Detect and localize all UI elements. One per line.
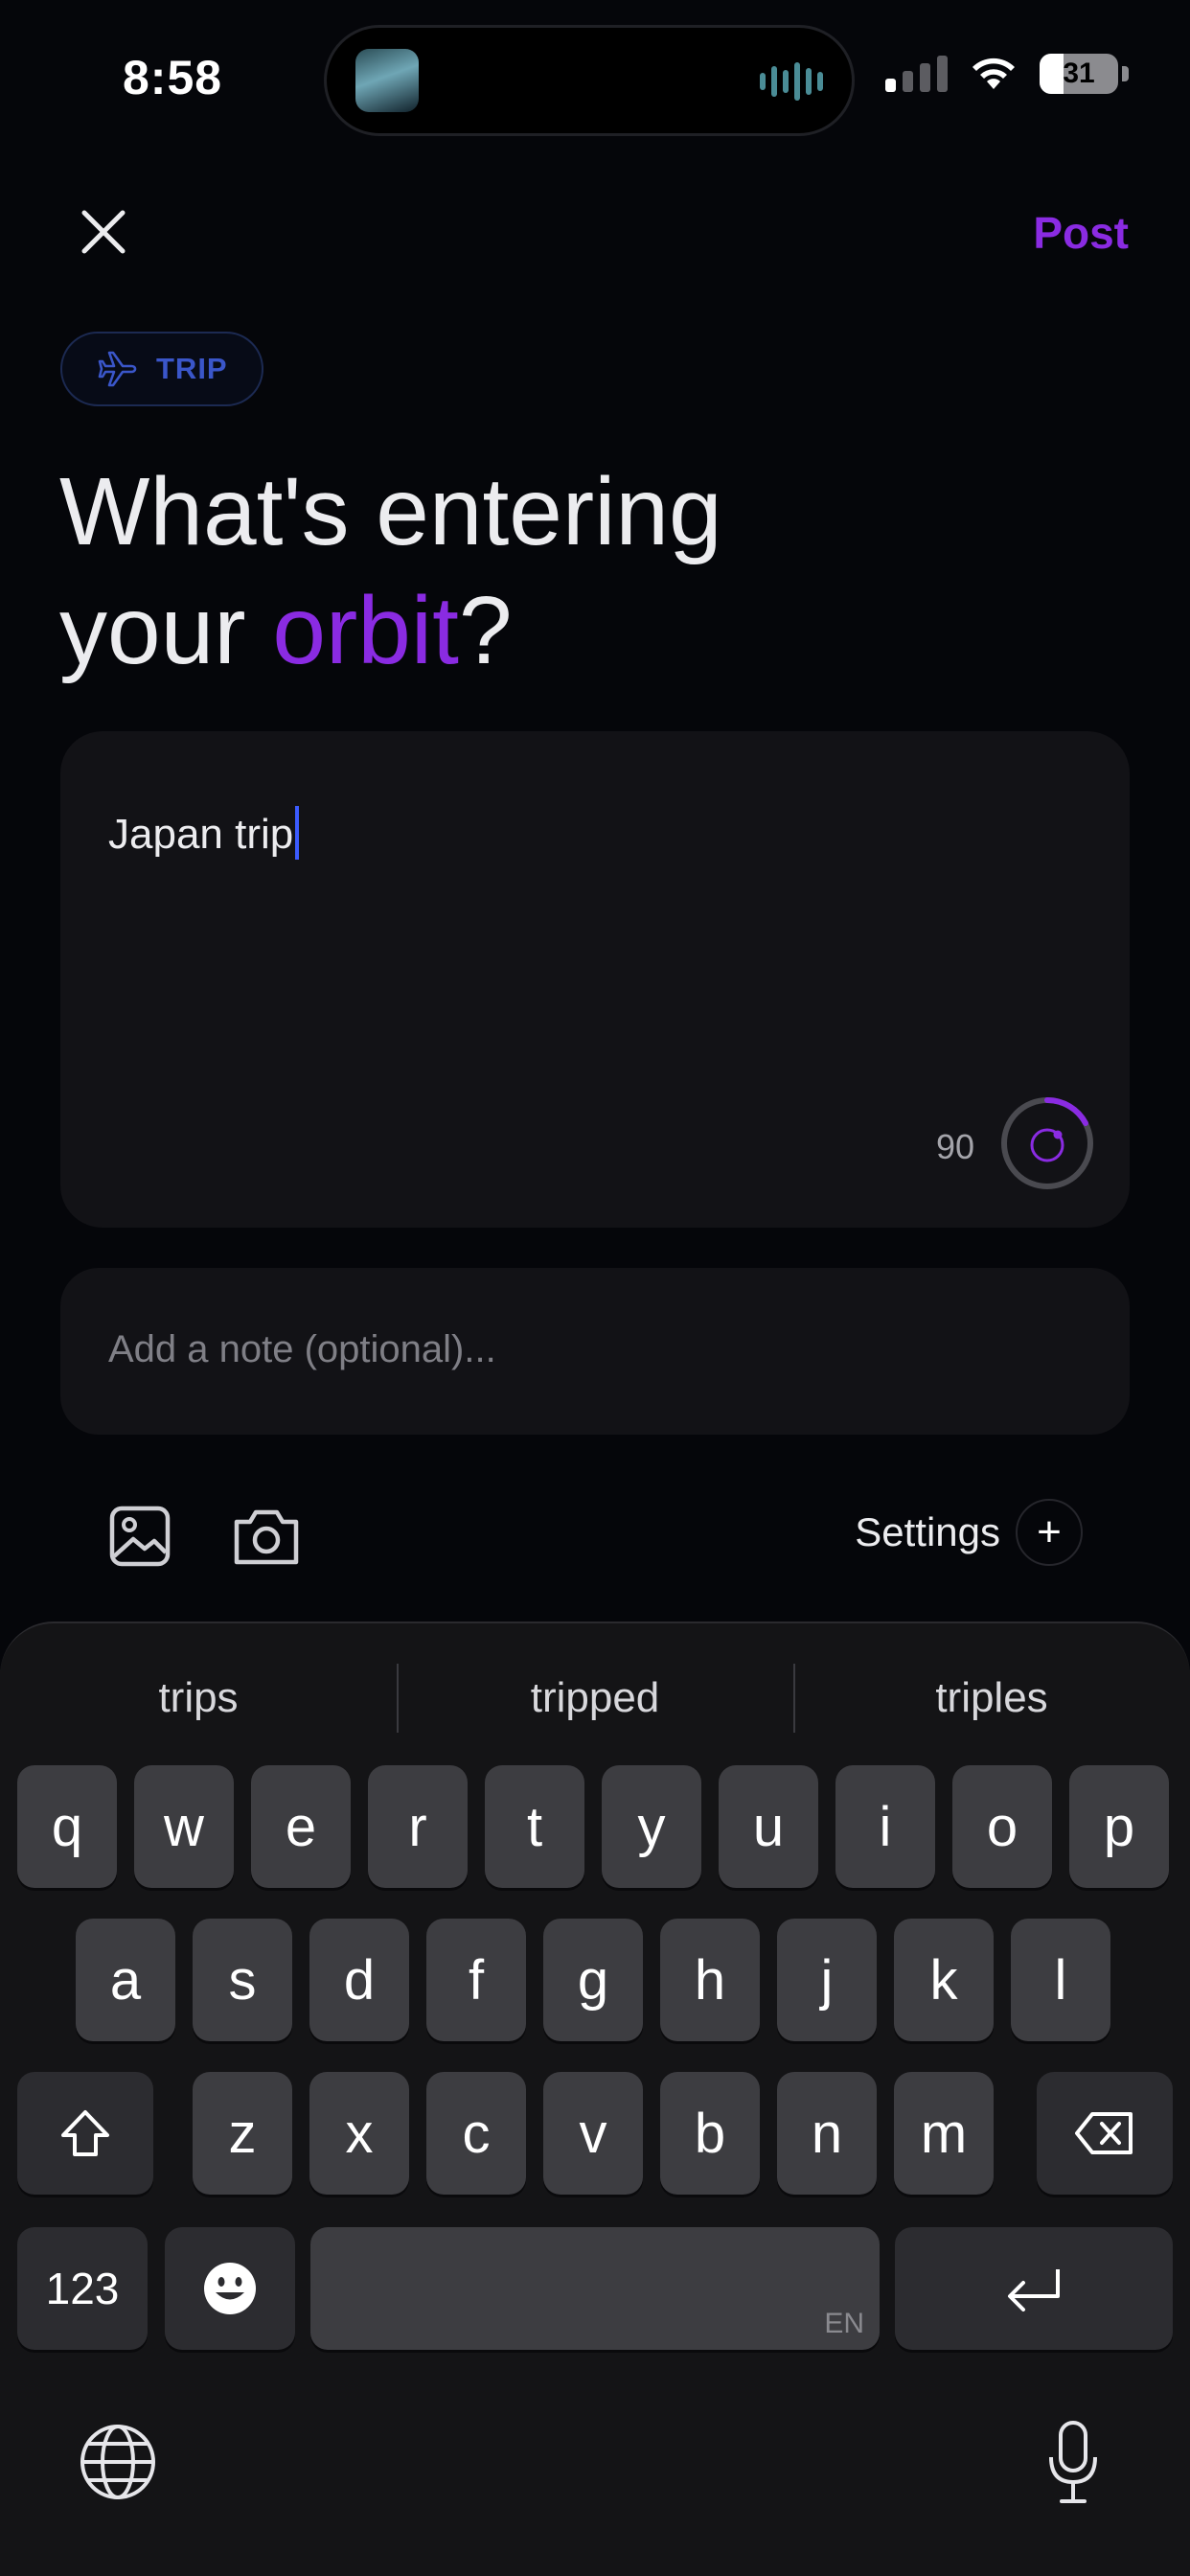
key-d[interactable]: d [309,1919,409,2041]
post-text-area[interactable]: Japan trip 90 [60,731,1130,1228]
photo-icon [109,1506,171,1567]
key-h[interactable]: h [660,1919,760,2041]
close-icon [81,210,126,254]
key-x[interactable]: x [309,2072,409,2195]
headline-accent-word: orbit [272,577,459,684]
key-n[interactable]: n [777,2072,877,2195]
text-caret [295,806,300,860]
backspace-key[interactable] [1037,2072,1173,2195]
autocorrect-suggestions: trips tripped triples [0,1660,1190,1736]
status-indicators: 31 [885,54,1129,94]
key-v[interactable]: v [543,2072,643,2195]
on-screen-keyboard: trips tripped triples qwertyuiop asdfghjk… [0,1622,1190,2576]
character-count: 90 [935,1127,974,1166]
key-g[interactable]: g [543,1919,643,2041]
camera-button[interactable] [231,1505,302,1568]
key-a[interactable]: a [76,1919,175,2041]
note-input[interactable]: Add a note (optional)... [60,1268,1130,1435]
compose-screen: 8:58 31 Post TRIP What's entering your o… [0,0,1190,2576]
add-photo-button[interactable] [108,1505,172,1568]
key-t[interactable]: t [485,1765,584,1888]
key-q[interactable]: q [17,1765,117,1888]
key-o[interactable]: o [952,1765,1052,1888]
audio-waveform-icon [760,60,823,103]
key-i[interactable]: i [835,1765,935,1888]
battery-icon: 31 [1040,54,1118,94]
suggestion-1[interactable]: trips [0,1660,397,1736]
settings-button[interactable]: Settings + [855,1499,1083,1566]
key-e[interactable]: e [251,1765,351,1888]
cellular-signal-icon [885,56,948,92]
key-y[interactable]: y [602,1765,701,1888]
airplane-icon [98,351,137,387]
key-c[interactable]: c [426,2072,526,2195]
key-j[interactable]: j [777,1919,877,2041]
return-icon [1008,2269,1060,2312]
headline-line-2-suffix: ? [458,577,513,684]
dictation-button[interactable] [1046,2419,1100,2507]
key-z[interactable]: z [193,2072,292,2195]
post-button[interactable]: Post [1033,207,1129,259]
camera-icon [234,1509,299,1565]
status-time: 8:58 [123,51,223,104]
key-k[interactable]: k [894,1919,994,2041]
numbers-key[interactable]: 123 [17,2227,148,2350]
key-s[interactable]: s [193,1919,292,2041]
plus-icon: + [1016,1499,1083,1566]
space-key[interactable]: EN [310,2227,880,2350]
battery-cap [1122,66,1129,81]
key-m[interactable]: m [894,2072,994,2195]
page-title: What's entering your orbit? [59,452,722,690]
trip-category-tag[interactable]: TRIP [60,332,263,406]
settings-label: Settings [855,1509,1000,1554]
headline-line-1: What's entering [59,458,722,565]
orbit-progress-icon [1001,1096,1093,1189]
backspace-icon [1075,2112,1133,2154]
key-w[interactable]: w [134,1765,234,1888]
headline-line-2-prefix: your [59,577,273,684]
wifi-icon [973,58,1015,89]
battery-percent: 31 [1063,58,1095,89]
key-p[interactable]: p [1069,1765,1169,1888]
dynamic-island[interactable] [324,25,855,136]
suggestion-2[interactable]: tripped [397,1660,793,1736]
key-u[interactable]: u [719,1765,818,1888]
trip-tag-label: TRIP [156,352,228,385]
post-text-content: Japan trip [108,811,294,858]
key-r[interactable]: r [368,1765,468,1888]
globe-icon [80,2425,155,2499]
close-button[interactable] [77,205,130,259]
keyboard-switch-button[interactable] [79,2423,157,2501]
note-placeholder: Add a note (optional)... [108,1328,496,1370]
return-key[interactable] [895,2227,1173,2350]
keyboard-language: EN [824,2308,864,2339]
emoji-key[interactable] [165,2227,295,2350]
microphone-icon [1049,2421,1097,2503]
key-b[interactable]: b [660,2072,760,2195]
emoji-icon [204,2263,256,2314]
key-l[interactable]: l [1011,1919,1110,2041]
suggestion-3[interactable]: triples [793,1660,1190,1736]
now-playing-artwork [355,49,419,112]
shift-key[interactable] [17,2072,153,2195]
key-f[interactable]: f [426,1919,526,2041]
post-text-value: Japan trip [108,806,300,860]
shift-icon [61,2110,109,2156]
